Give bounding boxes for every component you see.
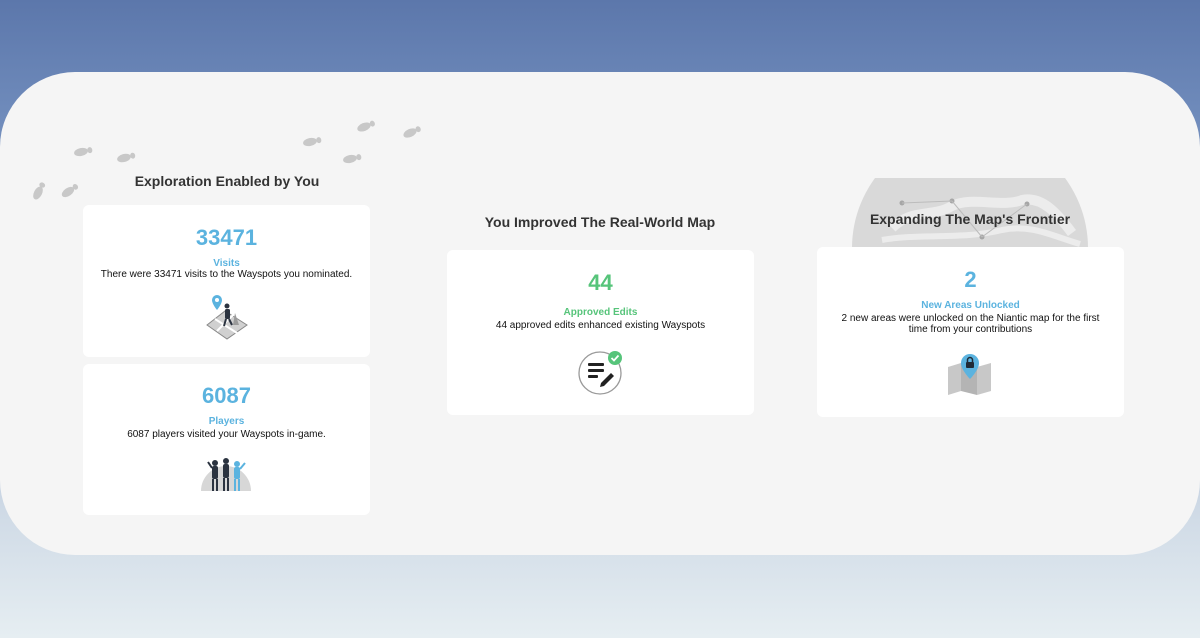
map-lock-pin-icon [948,354,991,395]
walking-person-map-icon [206,295,248,340]
visits-card: 33471 Visits There were 33471 visits to … [83,205,370,357]
new-areas-description: 2 new areas were unlocked on the Niantic… [841,313,1100,335]
visits-value: 33471 [195,225,258,250]
improved-section-title: You Improved The Real-World Map [484,214,716,230]
group-of-players-icon [201,458,251,491]
new-areas-label: New Areas Unlocked [921,300,1020,311]
exploration-section-title: Exploration Enabled by You [134,173,320,189]
new-areas-value: 2 [964,267,977,292]
players-description: 6087 players visited your Wayspots in-ga… [127,429,326,440]
players-card: 6087 Players 6087 players visited your W… [83,364,370,515]
new-areas-card: 2 New Areas Unlocked 2 new areas were un… [817,247,1124,417]
players-value: 6087 [202,383,251,408]
approved-edits-label: Approved Edits [563,307,638,318]
approved-edits-description: 44 approved edits enhanced existing Ways… [495,320,706,331]
visits-description: There were 33471 visits to the Wayspots … [100,269,353,280]
approved-edits-card: 44 Approved Edits 44 approved edits enha… [447,250,754,415]
frontier-section-title: Expanding The Map's Frontier [869,211,1071,227]
approved-edits-value: 44 [588,270,613,295]
edit-document-check-icon [578,351,622,395]
visits-label: Visits [213,258,240,269]
players-label: Players [208,416,245,427]
